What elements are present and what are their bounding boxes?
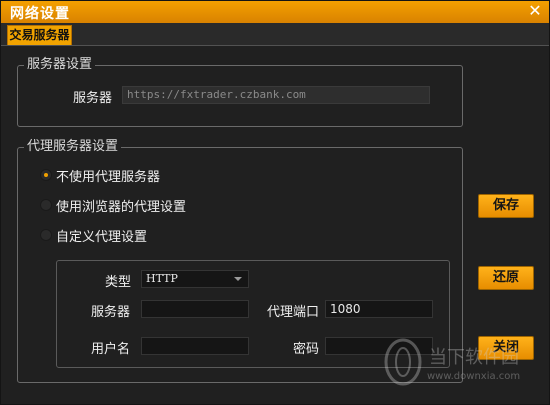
proxy-server-field[interactable] — [141, 300, 249, 318]
password-label: 密码 — [293, 342, 320, 357]
chevron-down-icon[interactable] — [234, 277, 242, 281]
server-settings-legend: 服务器设置 — [24, 57, 96, 73]
radio-button[interactable] — [40, 199, 52, 211]
radio-label: 自定义代理设置 — [56, 229, 148, 245]
network-settings-dialog: 网络设置 ✕ 交易服务器 服务器设置 服务器 https://fxtrader.… — [0, 0, 550, 405]
radio-browser-proxy[interactable]: 使用浏览器的代理设置 — [40, 196, 187, 215]
title-bar[interactable]: 网络设置 ✕ — [1, 1, 549, 23]
username-label: 用户名 — [91, 342, 131, 357]
restore-button[interactable]: 还原 — [478, 266, 534, 290]
radio-button[interactable] — [40, 229, 52, 241]
close-button[interactable]: 关闭 — [478, 336, 534, 360]
proxy-port-field[interactable]: 1080 — [325, 300, 433, 318]
proxy-port-label: 代理端口 — [267, 305, 320, 320]
server-label: 服务器 — [73, 91, 113, 106]
save-button[interactable]: 保存 — [478, 194, 534, 218]
radio-button[interactable] — [40, 169, 52, 181]
radio-no-proxy[interactable]: 不使用代理服务器 — [40, 166, 161, 185]
tab-trade-server[interactable]: 交易服务器 — [7, 25, 72, 45]
tab-bar: 交易服务器 — [1, 23, 549, 46]
proxy-server-label: 服务器 — [91, 305, 131, 320]
radio-label: 使用浏览器的代理设置 — [56, 199, 187, 215]
radio-custom-proxy[interactable]: 自定义代理设置 — [40, 226, 148, 245]
window-title: 网络设置 — [10, 6, 70, 22]
username-field[interactable] — [141, 337, 249, 355]
close-icon[interactable]: ✕ — [527, 2, 543, 20]
custom-proxy-panel: 类型 HTTP 服务器 代理端口 1080 用户名 密码 — [56, 260, 450, 368]
server-settings-group: 服务器设置 服务器 https://fxtrader.czbank.com — [17, 57, 463, 127]
proxy-type-select[interactable]: HTTP — [141, 270, 249, 288]
radio-label: 不使用代理服务器 — [56, 169, 161, 185]
proxy-settings-legend: 代理服务器设置 — [24, 139, 122, 155]
password-field[interactable] — [325, 337, 433, 355]
proxy-settings-group: 代理服务器设置 不使用代理服务器 使用浏览器的代理设置 自定义代理设置 类型 H… — [17, 139, 463, 383]
proxy-type-value: HTTP — [146, 272, 178, 285]
server-url-field[interactable]: https://fxtrader.czbank.com — [122, 86, 430, 104]
type-label: 类型 — [105, 275, 132, 290]
